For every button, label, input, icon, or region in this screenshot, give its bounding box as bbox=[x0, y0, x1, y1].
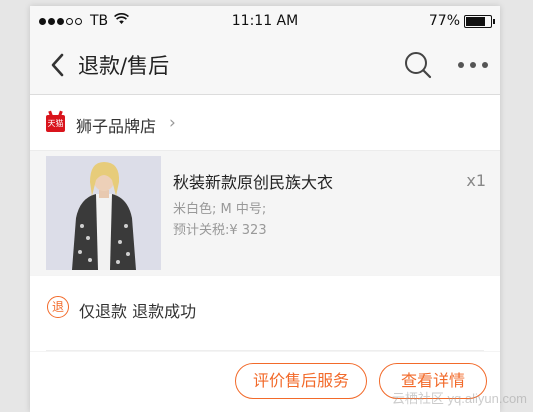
refund-status-row: 退 仅退款 退款成功 bbox=[30, 276, 500, 351]
back-chevron-icon[interactable] bbox=[46, 50, 72, 80]
product-name[interactable]: 秋装新款原创民族大衣 bbox=[173, 169, 333, 193]
store-row[interactable]: 天猫 狮子品牌店 › bbox=[30, 95, 500, 151]
status-bar: TB 11:11 AM 77% bbox=[30, 6, 500, 36]
product-tax: 预计关税:¥ 323 bbox=[173, 223, 267, 238]
phone-screen: TB 11:11 AM 77% 退款/售后 天猫 狮子品牌店 › 秋装新款原创民… bbox=[30, 6, 500, 412]
battery-percent: 77% bbox=[428, 13, 460, 29]
more-icon[interactable] bbox=[458, 55, 488, 75]
battery-icon bbox=[464, 14, 495, 28]
refund-status-text: 仅退款 退款成功 bbox=[79, 302, 197, 321]
product-quantity: x1 bbox=[466, 171, 486, 190]
page-title: 退款/售后 bbox=[78, 54, 170, 78]
tmall-icon: 天猫 bbox=[46, 115, 65, 132]
chevron-right-icon: › bbox=[169, 113, 176, 133]
watermark: 云栖社区 yq.aliyun.com bbox=[391, 391, 527, 406]
divider bbox=[46, 350, 484, 351]
review-service-button[interactable]: 评价售后服务 bbox=[235, 363, 367, 399]
nav-bar: 退款/售后 bbox=[30, 36, 500, 95]
product-image[interactable] bbox=[46, 156, 161, 270]
store-name[interactable]: 狮子品牌店 bbox=[76, 113, 156, 137]
status-right: 77% bbox=[428, 13, 495, 29]
search-icon[interactable] bbox=[402, 49, 434, 81]
product-item[interactable]: 秋装新款原创民族大衣 x1 米白色; M 中号; 预计关税:¥ 323 bbox=[30, 151, 500, 275]
product-spec: 米白色; M 中号; bbox=[173, 202, 267, 217]
refund-icon: 退 bbox=[47, 296, 69, 318]
